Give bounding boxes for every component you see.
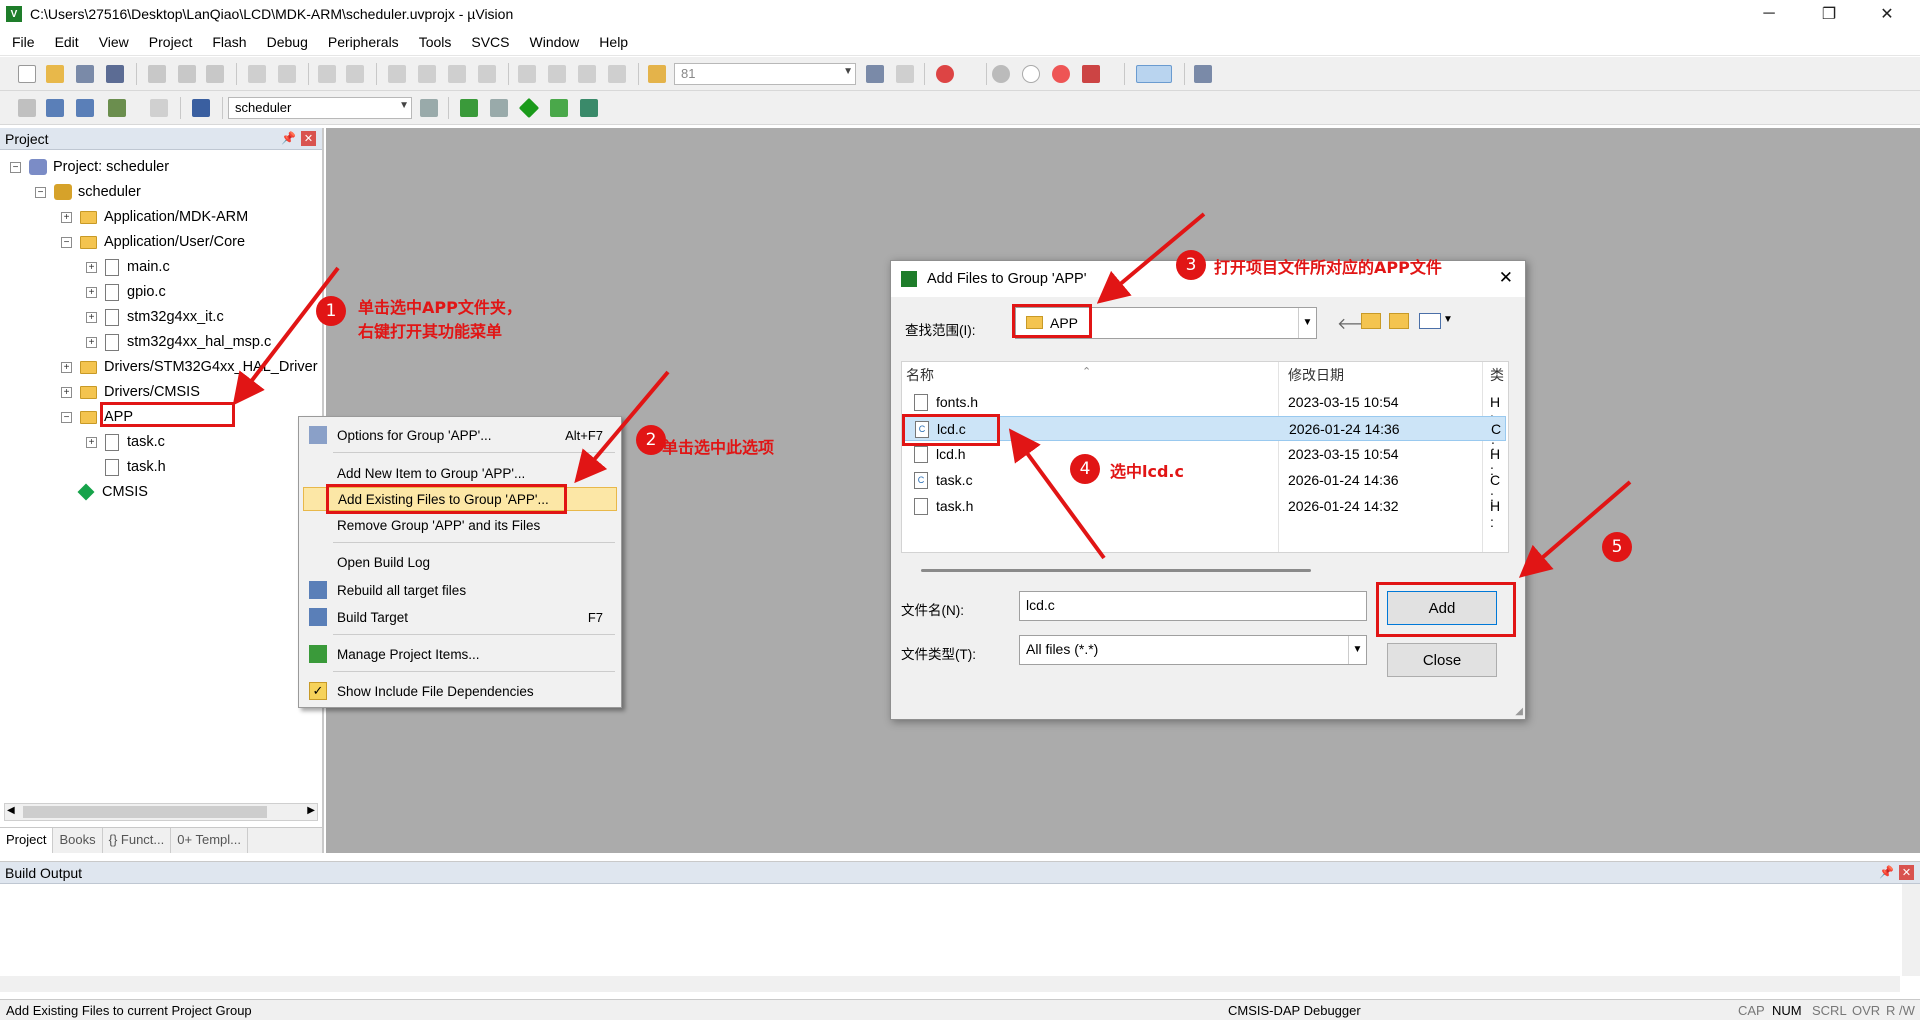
step-badge-4: 4 (1070, 454, 1100, 484)
arrow-2 (574, 370, 670, 484)
step-4-text: 选中lcd.c (1110, 462, 1184, 481)
step-badge-3: 3 (1176, 250, 1206, 280)
arrow-1 (232, 266, 340, 406)
step-badge-5: 5 (1602, 532, 1632, 562)
step-2-text: 单击选中此选项 (662, 438, 775, 457)
step-badge-1: 1 (316, 296, 346, 326)
step-1-text-line2: 右键打开其功能菜单 (358, 322, 503, 341)
annotation-arrows (232, 212, 1632, 578)
step-1-text-line1: 单击选中APP文件夹， (358, 298, 522, 317)
step-3-text: 打开项目文件所对应的APP文件 (1214, 258, 1442, 277)
